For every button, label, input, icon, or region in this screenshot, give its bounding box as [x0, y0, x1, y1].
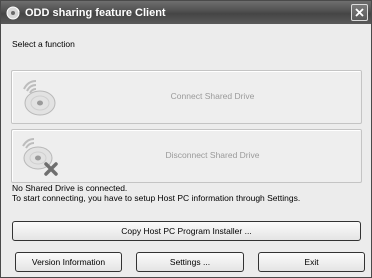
- odd-client-window: ODD sharing feature Client Select a func…: [0, 0, 372, 278]
- status-line-2: To start connecting, you have to setup H…: [12, 193, 301, 203]
- copy-installer-button[interactable]: Copy Host PC Program Installer ...: [12, 221, 361, 241]
- window-title: ODD sharing feature Client: [25, 6, 166, 19]
- connect-label: Connect Shared Drive: [170, 91, 255, 101]
- disconnect-shared-drive-button[interactable]: Disconnect Shared Drive: [11, 129, 362, 183]
- title-bar[interactable]: ODD sharing feature Client: [1, 1, 371, 24]
- disconnect-label: Disconnect Shared Drive: [165, 150, 260, 160]
- exit-button[interactable]: Exit: [258, 252, 365, 272]
- version-information-button[interactable]: Version Information: [15, 252, 122, 272]
- app-icon: [6, 6, 20, 19]
- select-function-label: Select a function: [12, 39, 75, 49]
- close-icon: [355, 8, 364, 17]
- close-button[interactable]: [351, 4, 368, 21]
- status-text: No Shared Drive is connected. To start c…: [12, 183, 300, 203]
- connect-shared-drive-button[interactable]: Connect Shared Drive: [11, 70, 362, 124]
- status-line-1: No Shared Drive is connected.: [12, 183, 128, 193]
- settings-button[interactable]: Settings ...: [136, 252, 244, 272]
